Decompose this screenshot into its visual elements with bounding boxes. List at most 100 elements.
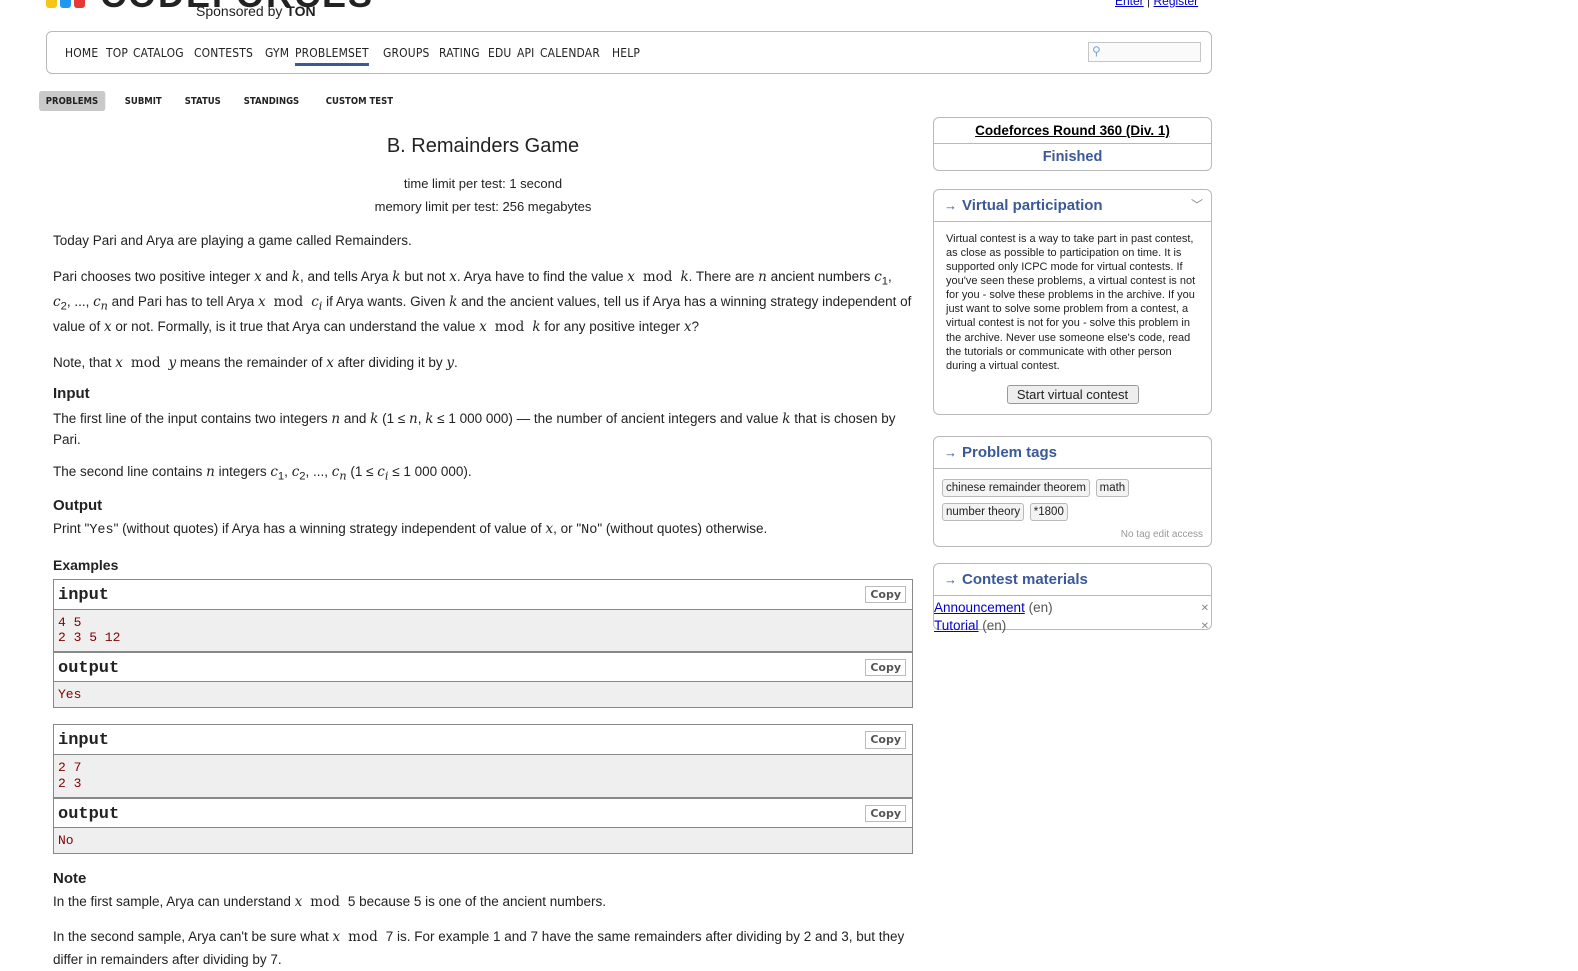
arrow-right-icon: → [944, 572, 957, 587]
virtual-participation-text: Virtual contest is a way to take part in… [946, 233, 1196, 372]
menu-item-calendar[interactable]: CALENDAR [540, 45, 600, 66]
menu-item-gym[interactable]: GYM [265, 45, 289, 66]
tab-standings[interactable]: STANDINGS [237, 91, 306, 111]
menu-item-rating[interactable]: RATING [439, 45, 480, 66]
output-text-part-2: " (without quotes) if Arya has a winning… [113, 520, 542, 536]
sample-output-body[interactable]: Yes [54, 681, 912, 708]
contest-state: Finished [1042, 149, 1103, 165]
tag-math[interactable]: math [1095, 479, 1130, 497]
arrow-right-icon: → [944, 445, 957, 460]
contest-info-box: Codeforces Round 360 (Div. 1) Finished [933, 117, 1212, 171]
chevron-down-icon[interactable]: ﹀ [1191, 196, 1203, 213]
examples-title: Examples [53, 556, 119, 573]
note-2-prefix: In the second sample, Arya can't be sure… [53, 929, 329, 945]
menu-item-groups[interactable]: GROUPS [383, 45, 429, 66]
problem-statement: B. Remainders Game time limit per test: … [53, 128, 913, 971]
sample-input-label: input [58, 731, 110, 751]
problem-tags-box: → Problem tags chinese remainder theorem … [933, 436, 1212, 547]
output-text-part-3: , or " [553, 520, 582, 536]
copy-button[interactable]: Copy [865, 804, 906, 822]
material-row: Tutorial (en) ✕ [934, 617, 1211, 635]
sponsor-text: Sponsored by TON [196, 3, 316, 19]
codeforces-logo[interactable]: CODEFORCES Sponsored by TON [46, 0, 372, 20]
sample-input-body[interactable]: 2 7 2 3 [54, 755, 912, 798]
tab-custom-test[interactable]: CUSTOM TEST [319, 91, 400, 111]
tab-status[interactable]: STATUS [178, 91, 228, 111]
tutorial-link[interactable]: Tutorial [934, 618, 979, 633]
sample-input-header: input Copy [54, 725, 912, 756]
materials-list: Announcement (en) ✕ Tutorial (en) ✕ [934, 596, 1211, 635]
top-links: Enter | Register [1115, 0, 1198, 8]
menu-item-catalog[interactable]: CATALOG [133, 45, 184, 66]
virtual-participation-caption: → Virtual participation [934, 190, 1211, 222]
main-menu: HOME TOP CATALOG CONTESTS GYM PROBLEMSET… [46, 31, 1212, 74]
tab-problems[interactable]: PROBLEMS [39, 91, 105, 111]
copy-button[interactable]: Copy [865, 585, 906, 603]
material-row: Announcement (en) ✕ [934, 599, 1211, 617]
note-1-prefix: In the first sample, Arya can understand [53, 894, 291, 910]
tag-chinese-remainder-theorem[interactable]: chinese remainder theorem [942, 479, 1090, 497]
sample-output-label: output [58, 804, 120, 824]
legend-note: Note, that x mod y means the remainder of … [53, 355, 458, 372]
no-tag-edit-access: No tag edit access [1120, 529, 1203, 540]
menu-item-home[interactable]: HOME [65, 45, 98, 66]
sample-output-body[interactable]: No [54, 827, 912, 854]
menu-item-help[interactable]: HELP [612, 45, 640, 66]
sample-input-body[interactable]: 4 5 2 3 5 12 [54, 609, 912, 652]
menu-item-edu[interactable]: EDU [488, 45, 511, 66]
contest-name-link[interactable]: Codeforces Round 360 (Div. 1) [975, 123, 1170, 138]
material-lang: (en) [1028, 600, 1053, 615]
search-icon: ⚲ [1092, 44, 1101, 58]
time-limit: time limit per test: 1 second [403, 176, 563, 191]
close-icon[interactable]: ✕ [1201, 602, 1209, 616]
sample-test-1: input Copy 4 5 2 3 5 12 output Copy Yes [53, 578, 913, 709]
memory-limit: memory limit per test: 256 megabytes [374, 198, 592, 214]
contest-materials-title: Contest materials [962, 571, 1088, 588]
search-input[interactable]: ⚲ [1088, 42, 1201, 62]
examples: input Copy 4 5 2 3 5 12 output Copy Yes in… [53, 578, 913, 855]
start-virtual-contest-button[interactable]: Start virtual contest [1006, 384, 1139, 404]
logo-dots [46, 0, 88, 11]
logo-dot-red [74, 0, 85, 8]
logo-dot-blue [60, 0, 71, 8]
arrow-right-icon: → [944, 198, 957, 213]
menu-item-problemset[interactable]: PROBLEMSET [294, 45, 369, 66]
register-link[interactable]: Register [1153, 0, 1198, 8]
virtual-participation-title: Virtual participation [962, 197, 1103, 214]
sample-output-header: output Copy [54, 797, 912, 828]
announcement-link[interactable]: Announcement [934, 600, 1025, 615]
tab-submit[interactable]: SUBMIT [118, 91, 169, 111]
sample-input-label: input [58, 585, 110, 605]
tag-list: chinese remainder theorem math number th… [934, 469, 1211, 529]
copy-button[interactable]: Copy [865, 658, 906, 676]
menu-item-api[interactable]: API [517, 45, 535, 66]
output-yes: Yes [89, 522, 114, 538]
input-title: Input [53, 385, 90, 403]
output-text-part-1: Print " [53, 520, 90, 536]
material-lang: (en) [982, 618, 1007, 634]
output-title: Output [53, 496, 103, 514]
note-title: Note [53, 870, 87, 888]
enter-link[interactable]: Enter [1115, 0, 1144, 8]
problem-subtabs: PROBLEMS SUBMIT STATUS STANDINGS CUSTOM … [39, 91, 416, 111]
input-line-1: The first line of the input contains two… [53, 411, 896, 447]
note-1: In the first sample, Arya can understand… [53, 894, 607, 911]
contest-materials-box: → Contest materials Announcement (en) ✕ Tu… [933, 563, 1212, 633]
problem-tags-title: Problem tags [962, 444, 1058, 461]
sponsor-name: TON [286, 3, 316, 19]
tag-number-theory[interactable]: number theory [942, 503, 1025, 521]
problem-tags-caption: → Problem tags [934, 437, 1211, 469]
sample-output-label: output [58, 658, 120, 678]
output-no: No [581, 522, 598, 538]
copy-button[interactable]: Copy [865, 731, 906, 749]
menu-item-top[interactable]: TOP [106, 45, 128, 66]
legend-intro: Today Pari and Arya are playing a game c… [53, 233, 412, 249]
problem-title: B. Remainders Game [386, 135, 580, 157]
tag-difficulty[interactable]: *1800 [1029, 503, 1068, 521]
note-2: In the second sample, Arya can't be sure… [53, 929, 905, 968]
output-text-part-4: " (without quotes) otherwise. [597, 520, 768, 536]
close-icon[interactable]: ✕ [1201, 620, 1209, 634]
output-text: Print "Yes" (without quotes) if Arya has… [53, 520, 768, 538]
menu-item-contests[interactable]: CONTESTS [194, 45, 253, 66]
contest-materials-caption: → Contest materials [934, 564, 1211, 596]
